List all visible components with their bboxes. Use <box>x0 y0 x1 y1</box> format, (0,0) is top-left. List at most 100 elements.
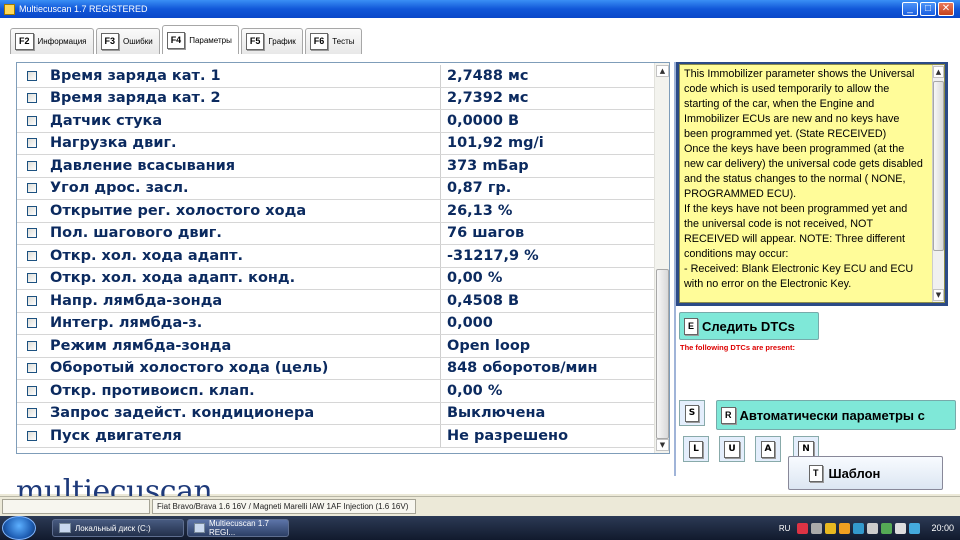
vehicle-status: Fiat Bravo/Brava 1.6 16V / Magneti Marel… <box>152 499 416 514</box>
app-icon <box>4 3 15 15</box>
taskbar-item-local-disk[interactable]: Локальный диск (C:) <box>52 519 184 537</box>
tab-info[interactable]: F2 Информация <box>10 28 94 54</box>
table-row[interactable]: Давление всасывания 373 mБар <box>17 155 655 178</box>
parameter-name: Откр. противоисп. клап. <box>48 380 441 402</box>
s-button[interactable]: S <box>679 400 705 426</box>
tab-label: Информация <box>37 37 87 46</box>
watch-dtcs-button[interactable]: E Следить DTCs <box>679 312 819 340</box>
l-button[interactable]: L <box>683 436 709 462</box>
table-row[interactable]: Время заряда кат. 1 2,7488 мс <box>17 65 655 88</box>
tab-parameters[interactable]: F4 Параметры <box>161 25 239 54</box>
scroll-thumb[interactable] <box>933 81 944 251</box>
table-row[interactable]: Откр. противоисп. клап. 0,00 % <box>17 380 655 403</box>
u-button[interactable]: U <box>719 436 745 462</box>
table-row[interactable]: Открытие рег. холостого хода 26,13 % <box>17 200 655 223</box>
button-label: Автоматически параметры с <box>739 407 925 423</box>
parameter-value: 0,00 % <box>447 270 503 287</box>
table-row[interactable]: Откр. хол. хода адапт. конд. 0,00 % <box>17 267 655 290</box>
close-button[interactable]: ✕ <box>938 2 954 16</box>
tray-app-icon[interactable] <box>839 522 851 534</box>
window-title: Multiecuscan 1.7 REGISTERED <box>19 4 148 14</box>
parameter-checkbox[interactable] <box>27 93 37 104</box>
scroll-down-arrow[interactable]: ▼ <box>933 289 944 301</box>
parameter-checkbox[interactable] <box>27 340 37 351</box>
parameter-name: Интегр. лямбда-з. <box>48 312 441 334</box>
a-button[interactable]: A <box>755 436 781 462</box>
description-scrollbar[interactable]: ▲ ▼ <box>932 65 944 302</box>
parameter-checkbox[interactable] <box>27 430 37 441</box>
parameter-name: Запрос задейст. кондиционера <box>48 402 441 424</box>
parameter-checkbox[interactable] <box>27 250 37 261</box>
table-row[interactable]: Откр. хол. хода адапт. -31217,9 % <box>17 245 655 268</box>
auto-parameters-button[interactable]: R Автоматически параметры с <box>716 400 956 430</box>
start-button[interactable] <box>2 516 36 540</box>
parameter-value: 76 шагов <box>447 225 525 242</box>
parameter-checkbox[interactable] <box>27 70 37 81</box>
taskbar-item-multiecuscan[interactable]: Multiecuscan 1.7 REGI... <box>187 519 289 537</box>
tray-app-icon[interactable] <box>853 522 865 534</box>
scroll-up-arrow[interactable]: ▲ <box>933 66 944 78</box>
table-row[interactable]: Угол дрос. засл. 0,87 гр. <box>17 177 655 200</box>
table-row[interactable]: Пол. шагового двиг. 76 шагов <box>17 222 655 245</box>
parameter-value: 101,92 mg/i <box>447 135 544 152</box>
tray-app-icon[interactable] <box>909 522 921 534</box>
template-button[interactable]: T Шаблон <box>788 456 943 490</box>
tab-tests[interactable]: F6 Тесты <box>304 28 362 54</box>
tab-key: F2 <box>15 33 34 50</box>
clock: 20:00 <box>931 523 954 533</box>
parameter-name: Время заряда кат. 1 <box>48 65 441 87</box>
parameter-checkbox[interactable] <box>27 183 37 194</box>
parameter-checkbox[interactable] <box>27 273 37 284</box>
app-icon <box>194 523 205 533</box>
parameter-checkbox[interactable] <box>27 318 37 329</box>
table-row[interactable]: Запрос задейст. кондиционера Выключена <box>17 402 655 425</box>
network-icon[interactable] <box>811 522 823 534</box>
tab-label: Тесты <box>332 37 355 46</box>
tab-key: F6 <box>309 33 329 50</box>
parameter-checkbox[interactable] <box>27 408 37 419</box>
volume-icon[interactable] <box>895 522 907 534</box>
table-row[interactable]: Режим лямбда-зонда Open loop <box>17 335 655 358</box>
taskbar-item-label: Multiecuscan 1.7 REGI... <box>208 519 269 537</box>
parameter-value: 373 mБар <box>447 157 529 174</box>
window-controls: _ □ ✕ <box>902 2 954 16</box>
parameter-checkbox[interactable] <box>27 138 37 149</box>
minimize-button[interactable]: _ <box>902 2 918 16</box>
parameter-checkbox[interactable] <box>27 228 37 239</box>
table-row[interactable]: Время заряда кат. 2 2,7392 мс <box>17 87 655 110</box>
maximize-button[interactable]: □ <box>920 2 936 16</box>
parameter-checkbox[interactable] <box>27 205 37 216</box>
table-row[interactable]: Напр. лямбда-зонда 0,4508 В <box>17 290 655 313</box>
tray-app-icon[interactable] <box>825 522 837 534</box>
scroll-up-arrow[interactable]: ▲ <box>656 65 669 77</box>
parameter-value: 2,7488 мс <box>447 67 529 84</box>
parameter-name: Открытие рег. холостого хода <box>48 200 441 222</box>
tab-graph[interactable]: F5 График <box>240 28 303 54</box>
parameter-checkbox[interactable] <box>27 363 37 374</box>
tab-key: F5 <box>245 33 265 50</box>
parameter-name: Датчик стука <box>48 110 441 132</box>
scroll-down-arrow[interactable]: ▼ <box>656 439 669 451</box>
antivirus-icon[interactable] <box>797 522 809 534</box>
button-label: Следить DTCs <box>702 318 795 334</box>
parameter-checkbox[interactable] <box>27 115 37 126</box>
table-row[interactable]: Датчик стука 0,0000 В <box>17 110 655 133</box>
parameter-value: Выключена <box>447 405 546 422</box>
parameter-checkbox[interactable] <box>27 160 37 171</box>
tab-key: F3 <box>100 33 120 50</box>
tray-app-icon[interactable] <box>881 522 893 534</box>
parameter-checkbox[interactable] <box>27 295 37 306</box>
side-panel: This Immobilizer parameter shows the Uni… <box>674 62 956 476</box>
taskbar-item-label: Локальный диск (C:) <box>75 523 151 533</box>
parameter-name: Давление всасывания <box>48 155 441 177</box>
table-row[interactable]: Нагрузка двиг. 101,92 mg/i <box>17 132 655 155</box>
table-row[interactable]: Оборотый холостого хода (цель) 848 оборот… <box>17 357 655 380</box>
language-indicator[interactable]: RU <box>779 524 791 533</box>
scroll-thumb[interactable] <box>656 269 669 439</box>
table-row[interactable]: Интегр. лямбда-з. 0,000 <box>17 312 655 335</box>
tab-errors[interactable]: F3 Ошибки <box>95 28 160 54</box>
list-scrollbar[interactable]: ▲ ▼ <box>654 63 669 453</box>
table-row[interactable]: Пуск двигателя Не разрешено <box>17 425 655 448</box>
tray-app-icon[interactable] <box>867 522 879 534</box>
parameter-checkbox[interactable] <box>27 385 37 396</box>
